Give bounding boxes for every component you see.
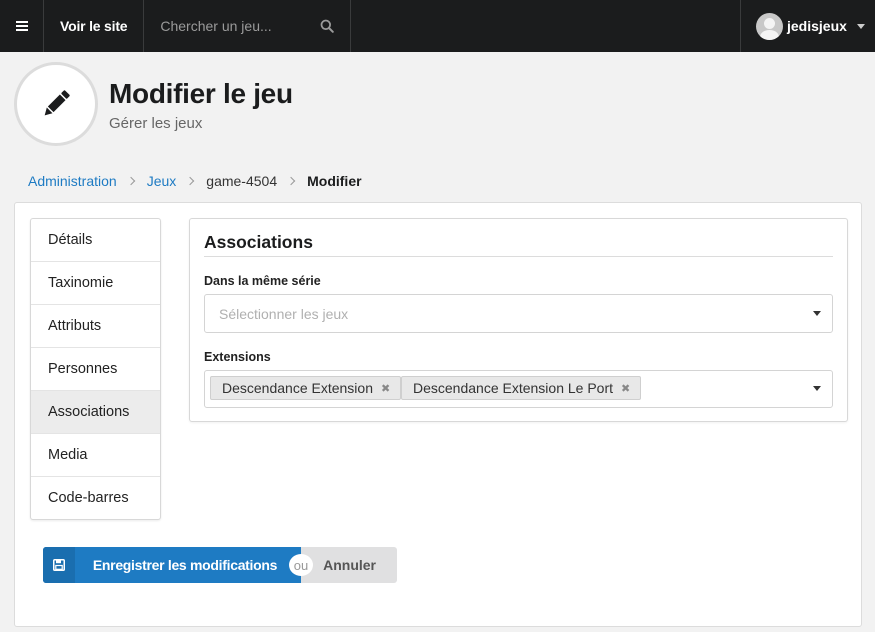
series-placeholder: Sélectionner les jeux bbox=[219, 306, 349, 322]
menu-item-persons[interactable]: Personnes bbox=[31, 348, 160, 391]
save-button[interactable]: Enregistrer les modifications bbox=[43, 547, 301, 583]
menu-item-barcodes[interactable]: Code-barres bbox=[31, 477, 160, 519]
section-menu: Détails Taxinomie Attributs Personnes As… bbox=[30, 218, 161, 520]
search-input[interactable] bbox=[160, 18, 311, 34]
or-separator: ou bbox=[289, 554, 313, 576]
extension-tag-label: Descendance Extension bbox=[222, 380, 373, 396]
cancel-button-label: Annuler bbox=[323, 557, 376, 573]
caret-down-icon bbox=[856, 23, 865, 29]
menu-item-attributes[interactable]: Attributs bbox=[31, 305, 160, 348]
dropdown-arrow-icon bbox=[813, 386, 821, 391]
cancel-button[interactable]: Annuler bbox=[301, 547, 397, 583]
page-title: Modifier le jeu bbox=[109, 78, 293, 109]
extension-tag: Descendance Extension Le Port ✖ bbox=[401, 376, 642, 400]
breadcrumb-games[interactable]: Jeux bbox=[147, 173, 177, 189]
username: jedisjeux bbox=[787, 18, 847, 34]
hamburger-icon bbox=[15, 21, 28, 31]
breadcrumb: Administration Jeux game-4504 Modifier bbox=[28, 173, 362, 189]
chevron-right-icon bbox=[286, 176, 296, 186]
breadcrumb-game: game-4504 bbox=[206, 173, 278, 189]
remove-tag-icon[interactable]: ✖ bbox=[621, 382, 630, 395]
breadcrumb-administration[interactable]: Administration bbox=[28, 173, 117, 189]
menu-item-taxonomy[interactable]: Taxinomie bbox=[31, 262, 160, 305]
top-navbar: Voir le site jedisjeux bbox=[0, 0, 875, 52]
menu-item-associations[interactable]: Associations bbox=[31, 391, 160, 434]
menu-toggle-button[interactable] bbox=[0, 0, 44, 52]
save-button-label: Enregistrer les modifications bbox=[92, 557, 278, 573]
breadcrumb-current: Modifier bbox=[307, 173, 362, 189]
series-select[interactable]: Sélectionner les jeux bbox=[204, 294, 833, 333]
extension-tag: Descendance Extension ✖ bbox=[210, 376, 402, 400]
associations-panel: Associations Dans la même série Sélectio… bbox=[189, 218, 848, 422]
page-subtitle: Gérer les jeux bbox=[109, 115, 203, 132]
menu-item-media[interactable]: Media bbox=[31, 434, 160, 477]
pencil-icon bbox=[14, 62, 98, 146]
extension-tag-label: Descendance Extension Le Port bbox=[413, 380, 614, 396]
chevron-right-icon bbox=[126, 176, 135, 186]
chevron-right-icon bbox=[186, 176, 195, 186]
remove-tag-icon[interactable]: ✖ bbox=[381, 382, 390, 395]
divider bbox=[204, 256, 833, 257]
save-icon bbox=[43, 547, 75, 583]
series-label: Dans la même série bbox=[204, 274, 321, 288]
extensions-select[interactable]: Descendance Extension ✖ Descendance Exte… bbox=[204, 370, 833, 408]
dropdown-arrow-icon bbox=[813, 311, 821, 316]
menu-item-details[interactable]: Détails bbox=[31, 219, 160, 262]
search-box bbox=[144, 0, 352, 52]
search-icon[interactable] bbox=[320, 19, 335, 33]
visit-site-link[interactable]: Voir le site bbox=[44, 0, 145, 52]
user-menu[interactable]: jedisjeux bbox=[740, 0, 875, 52]
avatar bbox=[756, 12, 783, 40]
extensions-label: Extensions bbox=[204, 350, 271, 364]
panel-title: Associations bbox=[204, 232, 313, 252]
